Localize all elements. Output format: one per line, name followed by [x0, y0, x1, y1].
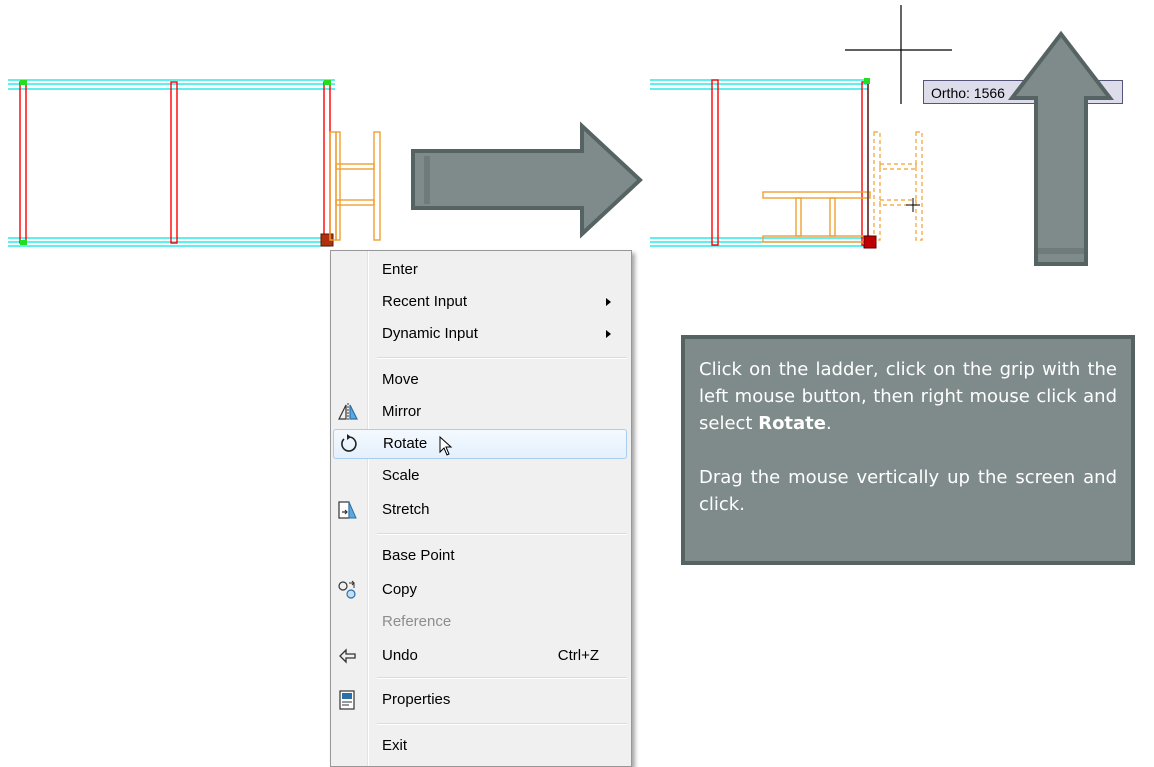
menu-item-label: Properties: [382, 691, 451, 708]
left-ladder[interactable]: [329, 131, 381, 241]
menu-item-undo[interactable]: Undo Ctrl+Z: [333, 641, 627, 671]
copy-icon: [338, 580, 356, 599]
left-grips[interactable]: [20, 80, 331, 245]
right-arrow-shape: [411, 121, 643, 239]
left-posts[interactable]: [19, 81, 331, 244]
left-beam-bottom: [8, 237, 330, 247]
menu-item-label: Undo: [382, 647, 418, 664]
menu-item-properties[interactable]: Properties: [333, 685, 627, 715]
menu-item-mirror[interactable]: Mirror: [333, 397, 627, 427]
menu-item-reference: Reference: [333, 607, 627, 637]
arrow-shadow: [424, 156, 430, 204]
submenu-arrow-icon: [606, 298, 611, 306]
undo-icon: [339, 648, 356, 664]
menu-item-rotate[interactable]: Rotate: [333, 429, 627, 459]
mirror-icon: [338, 403, 358, 421]
instruction-paragraph-2: Drag the mouse vertically up the screen …: [699, 467, 1117, 515]
menu-item-scale[interactable]: Scale: [333, 461, 627, 491]
rotate-icon: [341, 434, 357, 452]
menu-item-label: Dynamic Input: [382, 325, 478, 342]
menu-item-label: Copy: [382, 581, 418, 598]
ortho-tooltip: Ortho: 1566: [923, 80, 1123, 104]
menu-separator: [377, 533, 627, 535]
menu-item-move[interactable]: Move: [333, 365, 627, 395]
menu-item-label: Mirror: [382, 403, 422, 420]
submenu-arrow-icon: [606, 330, 611, 338]
context-menu: Enter Recent Input Dynamic Input Move Mi…: [330, 250, 632, 767]
menu-item-label: Reference: [382, 613, 452, 630]
menu-item-shortcut: Ctrl+Z: [557, 647, 599, 664]
menu-separator: [377, 357, 627, 359]
rotated-ladder[interactable]: [762, 191, 871, 243]
menu-item-stretch[interactable]: Stretch: [333, 495, 627, 525]
right-selected-grip[interactable]: [863, 235, 877, 249]
menu-item-label: Recent Input: [382, 293, 468, 310]
instruction-text-end: .: [826, 413, 832, 434]
menu-item-enter[interactable]: Enter: [333, 255, 627, 285]
properties-icon: [339, 690, 355, 710]
instruction-paragraph-1: Click on the ladder, click on the grip w…: [699, 356, 1117, 437]
instruction-callout: Click on the ladder, click on the grip w…: [681, 335, 1135, 565]
menu-item-label: Rotate: [383, 435, 428, 452]
menu-item-recent-input[interactable]: Recent Input: [333, 287, 627, 317]
menu-item-label: Scale: [382, 467, 420, 484]
menu-separator: [377, 677, 627, 679]
menu-item-base-point[interactable]: Base Point: [333, 541, 627, 571]
menu-item-dynamic-input[interactable]: Dynamic Input: [333, 319, 627, 349]
menu-item-label: Stretch: [382, 501, 430, 518]
menu-separator: [377, 723, 627, 725]
stretch-icon: [338, 501, 357, 519]
right-beam-top: [650, 79, 868, 90]
menu-item-label: Move: [382, 371, 419, 388]
menu-item-copy[interactable]: Copy: [333, 575, 627, 605]
mouse-pointer-icon: [439, 436, 453, 456]
right-posts[interactable]: [711, 79, 869, 246]
right-grip[interactable]: [864, 78, 870, 84]
menu-item-label: Exit: [382, 737, 408, 754]
menu-item-label: Enter: [382, 261, 418, 278]
menu-item-exit[interactable]: Exit: [333, 731, 627, 761]
menu-item-label: Base Point: [382, 547, 455, 564]
ghost-ladder: [873, 131, 923, 241]
instruction-bold-text: Rotate: [758, 413, 826, 434]
